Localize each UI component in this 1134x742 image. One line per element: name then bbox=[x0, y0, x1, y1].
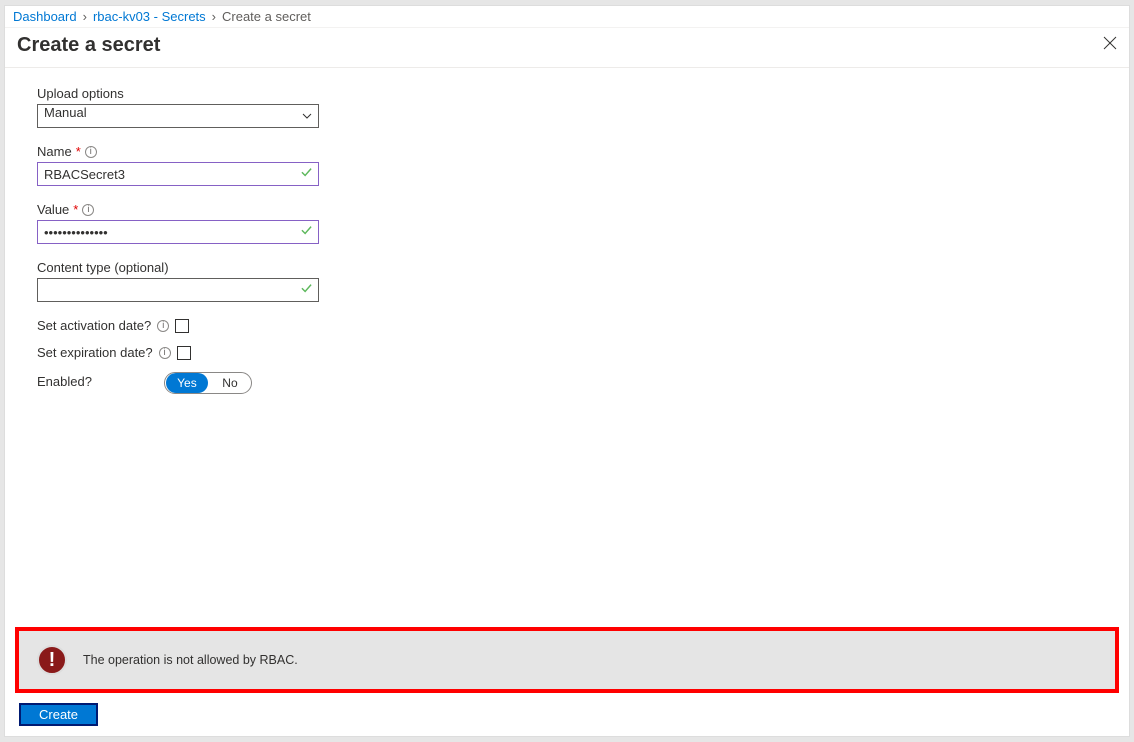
upload-options-value: Manual bbox=[38, 105, 296, 127]
error-message: The operation is not allowed by RBAC. bbox=[83, 653, 298, 667]
enabled-row: Enabled? Yes No bbox=[37, 372, 1129, 394]
page-title: Create a secret bbox=[17, 34, 160, 57]
info-icon[interactable]: i bbox=[157, 320, 169, 332]
enabled-label: Enabled? bbox=[37, 374, 92, 389]
content-type-input[interactable] bbox=[38, 279, 318, 301]
create-button[interactable]: Create bbox=[19, 703, 98, 726]
activation-row: Set activation date? i bbox=[37, 318, 1129, 333]
chevron-down-icon bbox=[296, 113, 318, 119]
value-input[interactable] bbox=[38, 221, 318, 243]
activation-checkbox[interactable] bbox=[175, 319, 189, 333]
required-indicator: * bbox=[73, 202, 78, 217]
create-secret-blade: Dashboard › rbac-kv03 - Secrets › Create… bbox=[4, 5, 1130, 737]
blade-footer: ! The operation is not allowed by RBAC. … bbox=[5, 627, 1129, 736]
info-icon[interactable]: i bbox=[82, 204, 94, 216]
enabled-toggle[interactable]: Yes No bbox=[164, 372, 252, 394]
breadcrumb-current: Create a secret bbox=[222, 9, 311, 24]
name-control: Name * i bbox=[37, 144, 1129, 186]
activation-label: Set activation date? bbox=[37, 318, 151, 333]
name-input-wrap bbox=[37, 162, 319, 186]
info-icon[interactable]: i bbox=[159, 347, 171, 359]
name-input[interactable] bbox=[38, 163, 318, 185]
chevron-right-icon: › bbox=[83, 9, 87, 24]
breadcrumb-resource[interactable]: rbac-kv03 - Secrets bbox=[93, 9, 206, 24]
value-control: Value * i bbox=[37, 202, 1129, 244]
required-indicator: * bbox=[76, 144, 81, 159]
chevron-right-icon: › bbox=[212, 9, 216, 24]
upload-options-label: Upload options bbox=[37, 86, 1129, 101]
enabled-yes[interactable]: Yes bbox=[166, 373, 208, 393]
check-icon bbox=[301, 282, 312, 297]
secret-form: Upload options Manual Name * i bbox=[5, 68, 1129, 394]
upload-options-select[interactable]: Manual bbox=[37, 104, 319, 128]
expiration-row: Set expiration date? i bbox=[37, 345, 1129, 360]
expiration-label: Set expiration date? bbox=[37, 345, 153, 360]
expiration-checkbox[interactable] bbox=[177, 346, 191, 360]
close-icon[interactable] bbox=[1103, 36, 1117, 55]
content-type-input-wrap bbox=[37, 278, 319, 302]
breadcrumb: Dashboard › rbac-kv03 - Secrets › Create… bbox=[5, 6, 1129, 28]
info-icon[interactable]: i bbox=[85, 146, 97, 158]
content-type-control: Content type (optional) bbox=[37, 260, 1129, 302]
name-label: Name * i bbox=[37, 144, 1129, 159]
check-icon bbox=[301, 166, 312, 181]
value-input-wrap bbox=[37, 220, 319, 244]
error-icon: ! bbox=[37, 645, 67, 675]
content-type-label: Content type (optional) bbox=[37, 260, 1129, 275]
blade-header: Create a secret bbox=[5, 28, 1129, 68]
check-icon bbox=[301, 224, 312, 239]
breadcrumb-dashboard[interactable]: Dashboard bbox=[13, 9, 77, 24]
value-label: Value * i bbox=[37, 202, 1129, 217]
upload-options-control: Upload options Manual bbox=[37, 86, 1129, 128]
enabled-no[interactable]: No bbox=[209, 373, 251, 393]
error-banner: ! The operation is not allowed by RBAC. bbox=[15, 627, 1119, 693]
